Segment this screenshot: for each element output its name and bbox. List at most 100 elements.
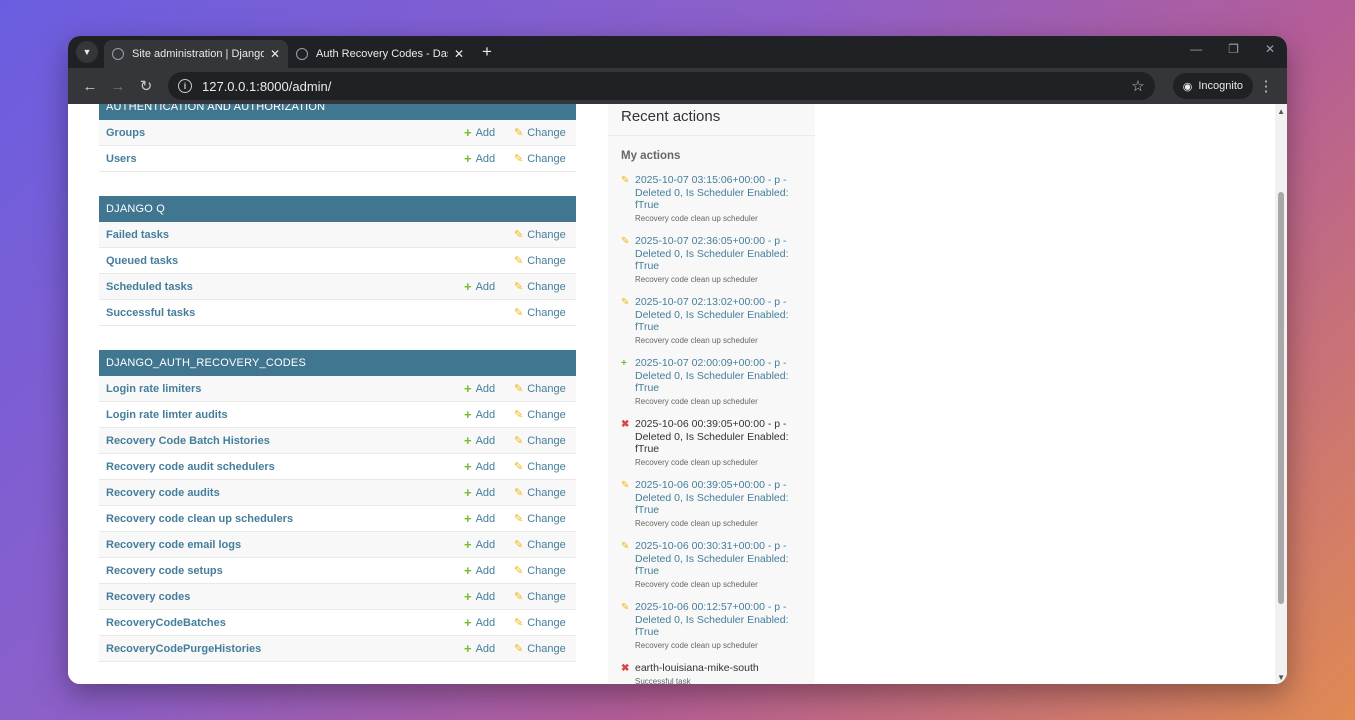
plus-icon: +	[464, 563, 472, 578]
site-info-icon[interactable]: i	[178, 79, 192, 93]
change-label: Change	[527, 152, 566, 165]
scrollbar[interactable]: ▲ ▼	[1275, 104, 1287, 684]
tab-search-icon[interactable]: ▼	[76, 41, 98, 63]
change-link[interactable]: ✎ Change	[514, 642, 576, 656]
action-link[interactable]: 2025-10-06 00:12:57+00:00 - p - Deleted …	[635, 601, 807, 639]
model-link[interactable]: Groups	[99, 127, 464, 139]
restore-icon[interactable]: ❐	[1228, 42, 1239, 56]
pencil-icon: ✎	[514, 255, 524, 267]
model-link[interactable]: Recovery Code Batch Histories	[99, 435, 464, 447]
change-label: Change	[527, 434, 566, 447]
change-link[interactable]: ✎ Change	[514, 512, 576, 526]
close-window-icon[interactable]: ✕	[1265, 42, 1275, 56]
tab-site-admin[interactable]: Site administration | Django site admin …	[104, 40, 288, 68]
change-label: Change	[527, 306, 566, 319]
model-link[interactable]: Scheduled tasks	[99, 281, 464, 293]
add-link[interactable]: + Add	[464, 459, 514, 474]
change-link[interactable]: ✎ Change	[514, 280, 576, 294]
browser-window: ▼ Site administration | Django site admi…	[68, 36, 1287, 684]
add-label: Add	[475, 486, 496, 499]
back-arrow-icon[interactable]: ←	[76, 78, 104, 95]
close-icon[interactable]: ✕	[454, 47, 464, 61]
action-link[interactable]: 2025-10-07 03:15:06+00:00 - p - Deleted …	[635, 174, 807, 212]
action-content-type: Recovery code clean up scheduler	[635, 579, 758, 589]
change-link[interactable]: ✎ Change	[514, 538, 576, 552]
add-link[interactable]: + Add	[464, 433, 514, 448]
change-link[interactable]: ✎ Change	[514, 616, 576, 630]
action-link[interactable]: 2025-10-07 02:00:09+00:00 - p - Deleted …	[635, 357, 807, 395]
bookmark-star-icon[interactable]: ☆	[1131, 77, 1144, 95]
model-link[interactable]: Recovery code audit schedulers	[99, 461, 464, 473]
model-link[interactable]: RecoveryCodeBatches	[99, 617, 464, 629]
add-link[interactable]: + Add	[464, 125, 514, 140]
add-link[interactable]: + Add	[464, 615, 514, 630]
model-link[interactable]: Recovery code email logs	[99, 539, 464, 551]
change-link[interactable]: ✎ Change	[514, 228, 576, 242]
model-link[interactable]: RecoveryCodePurgeHistories	[99, 643, 464, 655]
add-label: Add	[475, 460, 496, 473]
plus-icon: +	[464, 151, 472, 166]
add-label: Add	[475, 280, 496, 293]
change-link[interactable]: ✎ Change	[514, 590, 576, 604]
add-link[interactable]: + Add	[464, 563, 514, 578]
action-link: earth-louisiana-mike-south	[635, 662, 759, 674]
new-tab-button[interactable]: +	[482, 42, 492, 62]
browser-menu-icon[interactable]: ⋮	[1253, 77, 1279, 95]
add-link[interactable]: + Add	[464, 407, 514, 422]
change-link[interactable]: ✎ Change	[514, 460, 576, 474]
action-body: 2025-10-06 00:39:05+00:00 - p - Deleted …	[635, 479, 807, 530]
action-link[interactable]: 2025-10-06 00:30:31+00:00 - p - Deleted …	[635, 540, 807, 578]
change-link[interactable]: ✎ Change	[514, 382, 576, 396]
model-row: Recovery code audit schedulers + Add ✎ Chang…	[99, 454, 576, 480]
action-link[interactable]: 2025-10-06 00:39:05+00:00 - p - Deleted …	[635, 479, 807, 517]
add-link[interactable]: + Add	[464, 589, 514, 604]
module-caption[interactable]: DJANGO_AUTH_RECOVERY_CODES	[99, 350, 576, 376]
change-link[interactable]: ✎ Change	[514, 408, 576, 422]
add-link[interactable]: + Add	[464, 279, 514, 294]
model-link[interactable]: Successful tasks	[99, 307, 464, 319]
add-link[interactable]: + Add	[464, 641, 514, 656]
scrollbar-thumb[interactable]	[1278, 192, 1284, 604]
address-bar[interactable]: i 127.0.0.1:8000/admin/ ☆	[168, 72, 1155, 100]
change-link[interactable]: ✎ Change	[514, 126, 576, 140]
model-link[interactable]: Recovery code audits	[99, 487, 464, 499]
change-link[interactable]: ✎ Change	[514, 486, 576, 500]
model-link[interactable]: Queued tasks	[99, 255, 464, 267]
action-link[interactable]: 2025-10-07 02:13:02+00:00 - p - Deleted …	[635, 296, 807, 334]
plus-icon: +	[464, 485, 472, 500]
change-link[interactable]: ✎ Change	[514, 434, 576, 448]
tab-recovery-dashboard[interactable]: Auth Recovery Codes - Dashboard ✕	[288, 40, 472, 68]
action-link[interactable]: 2025-10-07 02:36:05+00:00 - p - Deleted …	[635, 235, 807, 273]
close-icon[interactable]: ✕	[270, 47, 280, 61]
change-label: Change	[527, 512, 566, 525]
change-link[interactable]: ✎ Change	[514, 152, 576, 166]
reload-icon[interactable]: ↻	[132, 77, 160, 95]
model-link[interactable]: Recovery code setups	[99, 565, 464, 577]
module-caption[interactable]: AUTHENTICATION AND AUTHORIZATION	[99, 104, 576, 120]
add-label: Add	[475, 512, 496, 525]
scroll-down-icon[interactable]: ▼	[1277, 673, 1285, 682]
model-link[interactable]: Login rate limter audits	[99, 409, 464, 421]
model-link[interactable]: Failed tasks	[99, 229, 464, 241]
forward-arrow-icon[interactable]: →	[104, 78, 132, 95]
plus-icon: +	[464, 381, 472, 396]
model-link[interactable]: Recovery code clean up schedulers	[99, 513, 464, 525]
url-text[interactable]: 127.0.0.1:8000/admin/	[202, 79, 1131, 94]
add-link[interactable]: + Add	[464, 511, 514, 526]
add-link[interactable]: + Add	[464, 537, 514, 552]
change-link[interactable]: ✎ Change	[514, 254, 576, 268]
scroll-up-icon[interactable]: ▲	[1277, 107, 1285, 116]
incognito-badge[interactable]: ◉ Incognito	[1172, 73, 1253, 99]
add-link[interactable]: + Add	[464, 381, 514, 396]
model-link[interactable]: Login rate limiters	[99, 383, 464, 395]
module-caption[interactable]: DJANGO Q	[99, 196, 576, 222]
tab-title: Auth Recovery Codes - Dashboard	[316, 48, 448, 60]
delete-icon: ✖	[621, 419, 630, 430]
model-link[interactable]: Recovery codes	[99, 591, 464, 603]
change-link[interactable]: ✎ Change	[514, 306, 576, 320]
add-link[interactable]: + Add	[464, 485, 514, 500]
minimize-icon[interactable]: —	[1190, 42, 1202, 56]
model-link[interactable]: Users	[99, 153, 464, 165]
change-link[interactable]: ✎ Change	[514, 564, 576, 578]
add-link[interactable]: + Add	[464, 151, 514, 166]
